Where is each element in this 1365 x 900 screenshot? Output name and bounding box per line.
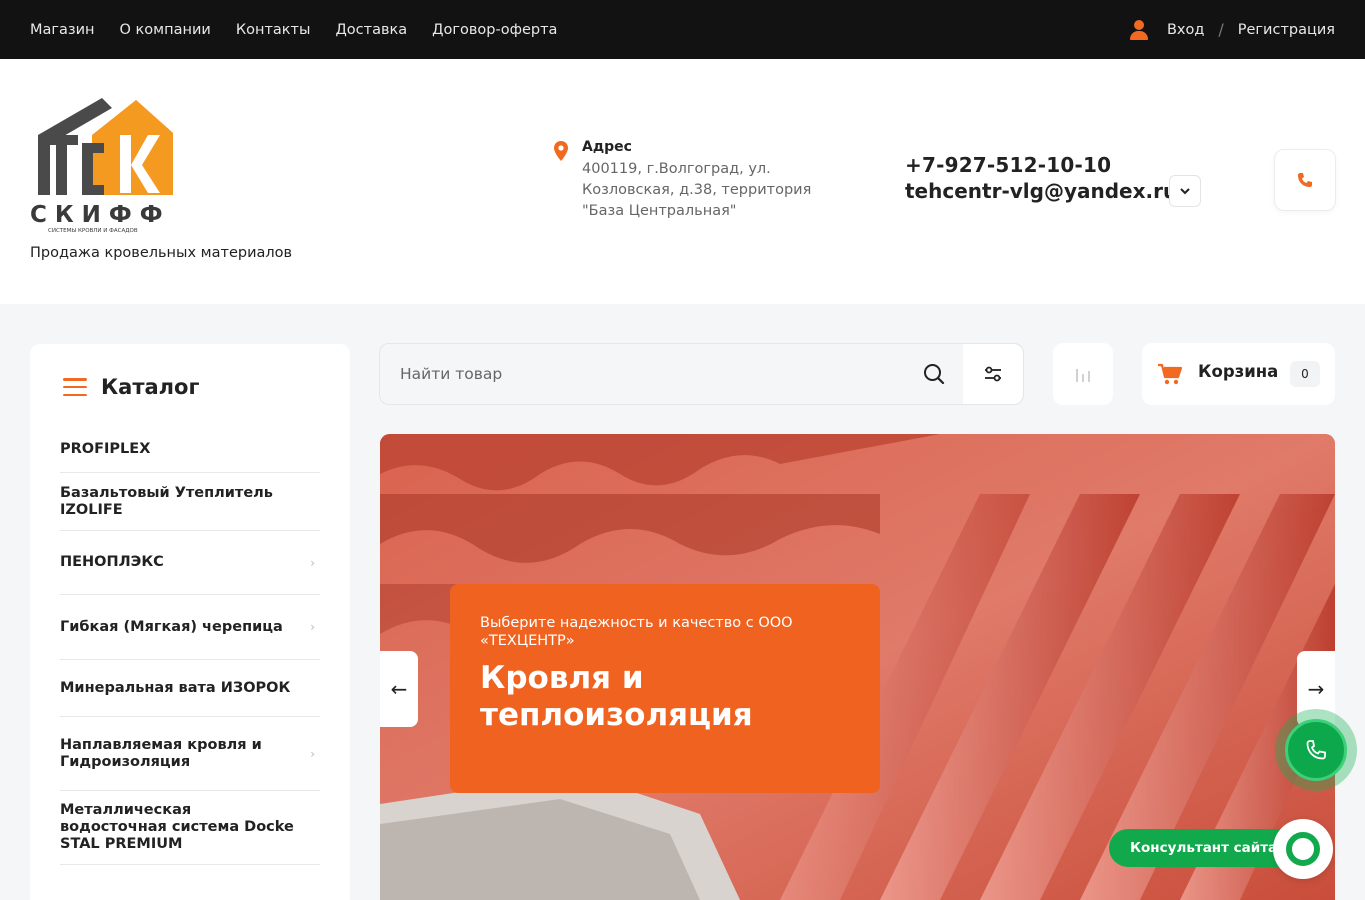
location-pin-icon: [554, 141, 568, 161]
search-icon: [924, 364, 945, 385]
catalog-item-label: Металлическая водосточная система Docke …: [60, 802, 294, 852]
phone-icon: [1298, 173, 1312, 187]
site-tagline: Продажа кровельных материалов: [30, 245, 293, 261]
compare-button[interactable]: [1053, 343, 1113, 405]
banner-prev-button[interactable]: ←: [380, 651, 418, 727]
consultant-chat-button[interactable]: Консультант сайта: [1109, 829, 1299, 867]
catalog-list: PROFIPLEX Базальтовый Утеплитель IZOLIFE…: [60, 426, 320, 865]
menu-icon: [63, 378, 87, 396]
search-button[interactable]: [918, 358, 950, 390]
catalog-item-label: Наплавляемая кровля и Гидроизоляция: [60, 736, 262, 770]
phone-icon: [1306, 740, 1326, 760]
search-filter-button[interactable]: [963, 344, 1023, 404]
filter-sliders-icon: [985, 366, 1001, 382]
catalog-item[interactable]: Металлическая водосточная система Docke …: [60, 791, 320, 865]
top-navigation-bar: Магазин О компании Контакты Доставка Дог…: [0, 0, 1365, 59]
catalog-item[interactable]: Наплавляемая кровля и Гидроизоляция ›: [60, 717, 320, 791]
promo-card: Выберите надежность и качество с ООО «ТЕ…: [450, 584, 880, 793]
auth-separator: /: [1218, 20, 1224, 39]
catalog-item[interactable]: Базальтовый Утеплитель IZOLIFE: [60, 473, 320, 531]
callback-button[interactable]: [1274, 149, 1336, 211]
catalog-item[interactable]: PROFIPLEX: [60, 426, 320, 473]
chevron-down-icon: [1180, 187, 1190, 194]
address-text: 400119, г.Волгоград, ул. Козловская, д.3…: [582, 161, 812, 219]
promo-subtitle: Выберите надежность и качество с ООО «ТЕ…: [480, 615, 793, 649]
arrow-left-icon: ←: [390, 677, 408, 701]
promo-title: Кровля и теплоизоляция: [480, 660, 753, 733]
catalog-item-label: ПЕНОПЛЭКС: [60, 554, 164, 570]
cart-icon: [1158, 363, 1183, 385]
nav-link-contacts[interactable]: Контакты: [236, 22, 311, 38]
header-email[interactable]: tehcentr-vlg@yandex.ru: [905, 179, 1177, 203]
chevron-right-icon: ›: [310, 555, 315, 570]
chevron-right-icon: ›: [310, 620, 315, 634]
catalog-item[interactable]: Минеральная вата ИЗОРОК: [60, 660, 320, 717]
compare-bars-icon: [1076, 369, 1090, 382]
catalog-item-label: PROFIPLEX: [60, 440, 151, 457]
catalog-item-label: Минеральная вата ИЗОРОК: [60, 679, 291, 696]
nav-link-delivery[interactable]: Доставка: [335, 22, 407, 38]
logo[interactable]: СКИФФ СИСТЕМЫ КРОВЛИ И ФАСАДОВ: [30, 95, 185, 235]
consultant-chat-icon[interactable]: [1273, 819, 1333, 879]
register-link[interactable]: Регистрация: [1238, 22, 1335, 38]
login-link[interactable]: Вход: [1167, 22, 1204, 38]
contacts-dropdown-button[interactable]: [1169, 175, 1201, 207]
logo-subtext: СИСТЕМЫ КРОВЛИ И ФАСАДОВ: [48, 228, 138, 234]
catalog-item[interactable]: Гибкая (Мягкая) черепица ›: [60, 595, 320, 660]
logo-text: СКИФФ: [30, 202, 171, 228]
catalog-item[interactable]: ПЕНОПЛЭКС ›: [60, 531, 320, 595]
catalog-sidebar: Каталог PROFIPLEX Базальтовый Утеплитель…: [30, 344, 350, 900]
search-bar: [379, 343, 1024, 405]
cart-count-badge: 0: [1290, 361, 1320, 387]
nav-link-offer[interactable]: Договор-оферта: [432, 22, 557, 38]
cart-button[interactable]: Корзина 0: [1142, 343, 1335, 405]
arrow-right-icon: →: [1307, 677, 1325, 701]
cart-label: Корзина: [1198, 362, 1279, 381]
user-icon: [1129, 19, 1149, 40]
call-widget-button[interactable]: [1275, 709, 1357, 791]
catalog-item-label: Базальтовый Утеплитель IZOLIFE: [60, 484, 273, 518]
auth-links: Вход / Регистрация: [1129, 0, 1335, 59]
nav-link-about[interactable]: О компании: [120, 22, 211, 38]
catalog-item-label: Гибкая (Мягкая) черепица: [60, 618, 283, 635]
top-nav: Магазин О компании Контакты Доставка Дог…: [30, 0, 557, 59]
address-title: Адрес: [582, 139, 632, 155]
chevron-right-icon: ›: [310, 746, 315, 761]
catalog-title: Каталог: [101, 375, 200, 399]
search-input[interactable]: [380, 344, 963, 404]
header-phone[interactable]: +7-927-512-10-10: [905, 153, 1111, 177]
nav-link-shop[interactable]: Магазин: [30, 22, 95, 38]
catalog-header[interactable]: Каталог: [63, 375, 199, 399]
